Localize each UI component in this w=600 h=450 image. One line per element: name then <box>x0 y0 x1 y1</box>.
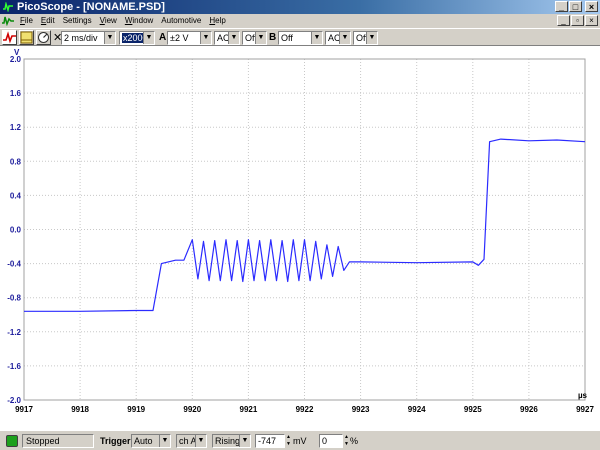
chevron-down-icon: ▼ <box>228 32 239 44</box>
window-title: PicoScope - [NONAME.PSD] <box>17 1 165 13</box>
channel-b-range-select[interactable]: Off ▼ <box>278 31 323 45</box>
x-tick-label: 9919 <box>127 405 145 414</box>
menu-help[interactable]: Help <box>205 14 229 27</box>
y-tick-label: 0.4 <box>10 191 22 200</box>
meter-mode-button[interactable] <box>19 30 34 45</box>
menu-bar: File Edit Settings View Window Automotiv… <box>0 14 600 27</box>
trigger-channel-select[interactable]: ch A ▼ <box>176 434 207 448</box>
chevron-down-icon: ▼ <box>143 32 154 44</box>
channel-a-label: A <box>159 32 167 43</box>
x-unit-label: µs <box>578 391 588 400</box>
channel-b-coupling-select[interactable]: AC ▼ <box>325 31 351 45</box>
chevron-down-icon: ▼ <box>255 32 266 44</box>
chevron-down-icon: ▼ <box>200 32 211 44</box>
channel-a-coupling-select[interactable]: AC ▼ <box>214 31 240 45</box>
menu-automotive[interactable]: Automotive <box>157 14 205 27</box>
chevron-down-icon: ▼ <box>311 32 322 44</box>
axes: 2.01.61.20.80.40.0-0.4-0.8-1.2-1.6-2.099… <box>7 48 594 414</box>
x-tick-label: 9925 <box>464 405 482 414</box>
x-tick-label: 9918 <box>71 405 89 414</box>
pre-trigger-input[interactable]: 0 <box>319 434 343 448</box>
gauge-icon <box>38 32 49 43</box>
spectrum-mode-button[interactable] <box>36 30 51 45</box>
channel-b-label: B <box>269 32 277 43</box>
doc-close-button[interactable]: × <box>585 15 598 26</box>
trigger-level-spinner[interactable]: ▲ ▼ <box>285 434 292 448</box>
y-unit-label: V <box>14 48 20 57</box>
chevron-down-icon: ▼ <box>366 32 377 44</box>
title-bar: PicoScope - [NONAME.PSD] _ □ × <box>0 0 600 14</box>
run-stop-button[interactable] <box>6 435 18 447</box>
y-tick-label: -1.2 <box>7 328 21 337</box>
y-tick-label: -2.0 <box>7 396 21 405</box>
x-tick-label: 9920 <box>183 405 201 414</box>
doc-restore-button[interactable]: ▫ <box>571 15 584 26</box>
picoscope-app-icon <box>3 2 13 12</box>
trigger-edge-select[interactable]: Rising ▼ <box>212 434 251 448</box>
status-bar: Stopped Trigger Auto ▼ ch A ▼ Rising ▼ -747… <box>0 430 600 450</box>
doc-minimize-button[interactable]: _ <box>557 15 570 26</box>
menu-settings[interactable]: Settings <box>59 14 96 27</box>
grid <box>23 58 586 401</box>
scope-plot[interactable]: 2.0 1.6 1.2 0.8 0.4 0.0 -0.4 -0.8 -1.2 -1.6 -2.0 99… <box>0 46 600 430</box>
zoom-select[interactable]: x2000 ▼ <box>119 31 155 45</box>
toolbar: ✕ 2 ms/div ▼ x2000 ▼ A ±2 V ▼ AC ▼ Off ▼ B Of… <box>0 28 600 46</box>
y-tick-label: -0.8 <box>7 294 21 303</box>
x-tick-label: 9926 <box>520 405 538 414</box>
channel-a-range-select[interactable]: ±2 V ▼ <box>167 31 212 45</box>
minimize-button[interactable]: _ <box>555 1 568 12</box>
scope-mode-button[interactable] <box>2 30 17 45</box>
channel-b-extra-select[interactable]: Off ▼ <box>353 31 378 45</box>
x-tick-label: 9917 <box>15 405 33 414</box>
trigger-mode-select[interactable]: Auto ▼ <box>131 434 171 448</box>
menu-file[interactable]: File <box>16 14 37 27</box>
y-tick-label: -1.6 <box>7 362 21 371</box>
timebase-select[interactable]: 2 ms/div ▼ <box>61 31 116 45</box>
chevron-down-icon: ▼ <box>339 32 350 44</box>
x-tick-label: 9921 <box>240 405 258 414</box>
menu-view[interactable]: View <box>96 14 121 27</box>
y-tick-label: 1.2 <box>10 123 22 132</box>
trigger-label: Trigger <box>100 436 131 446</box>
maximize-button[interactable]: □ <box>569 1 582 12</box>
y-tick-label: -0.4 <box>7 260 21 269</box>
y-tick-label: 0.0 <box>10 226 22 235</box>
x-tick-label: 9927 <box>576 405 594 414</box>
menu-edit[interactable]: Edit <box>37 14 59 27</box>
menu-window[interactable]: Window <box>121 14 157 27</box>
meter-icon <box>20 31 33 44</box>
chevron-down-icon: ▼ <box>104 32 115 44</box>
y-tick-label: 0.8 <box>10 157 22 166</box>
x-tick-label: 9922 <box>296 405 314 414</box>
pre-trigger-spinner[interactable]: ▲ ▼ <box>343 434 350 448</box>
x-tick-label: 9923 <box>352 405 370 414</box>
x-tick-label: 9924 <box>408 405 426 414</box>
scope-graph[interactable]: 2.01.61.20.80.40.0-0.4-0.8-1.2-1.6-2.099… <box>0 46 600 430</box>
trigger-level-unit: mV <box>293 436 307 446</box>
trigger-level-input[interactable]: -747 <box>255 434 285 448</box>
channel-a-extra-select[interactable]: Off ▼ <box>242 31 267 45</box>
chevron-down-icon: ▼ <box>195 435 206 447</box>
document-icon[interactable] <box>2 15 14 26</box>
y-tick-label: 1.6 <box>10 89 22 98</box>
status-text: Stopped <box>22 434 94 448</box>
chevron-down-icon: ▼ <box>239 435 250 447</box>
chevron-down-icon: ▼ <box>159 435 170 447</box>
close-button[interactable]: × <box>585 1 598 12</box>
scope-trace-icon <box>3 31 16 44</box>
pre-trigger-unit: % <box>350 436 359 446</box>
